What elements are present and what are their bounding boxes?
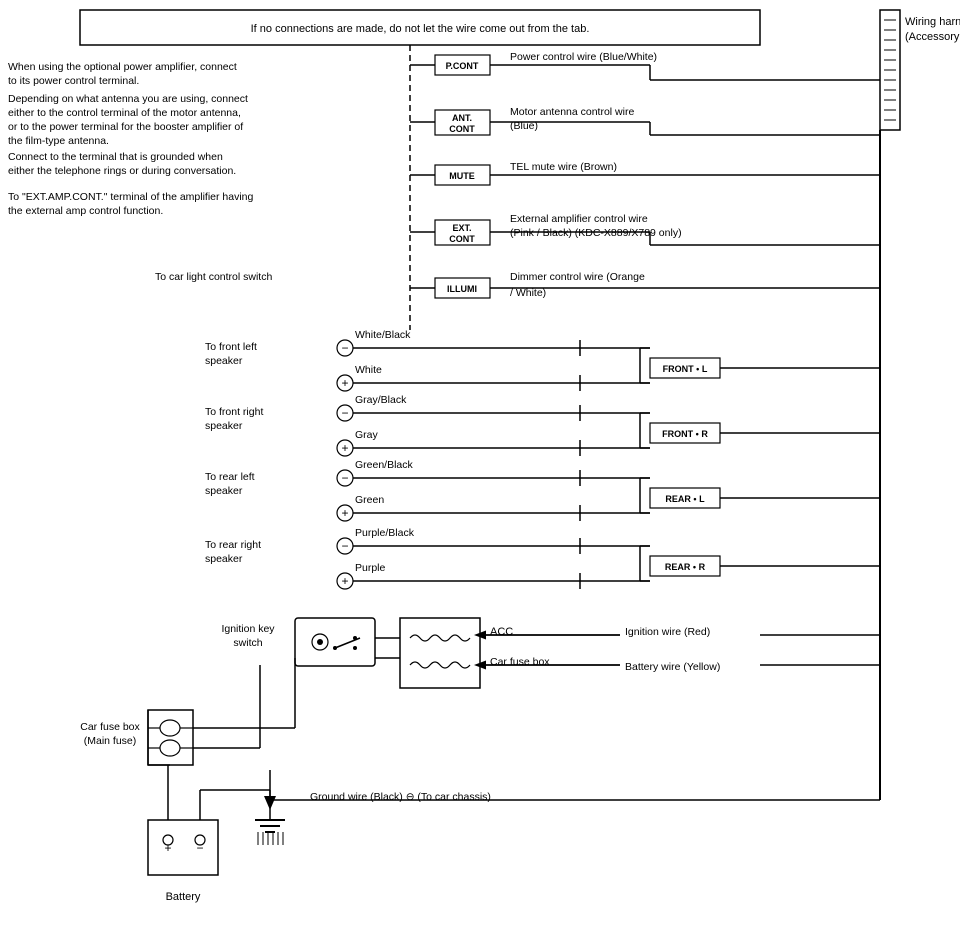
ext-wire-desc1: External amplifier control wire [510,213,648,225]
svg-text:EXT.: EXT. [452,223,471,233]
rear-right-neg-color: Purple/Black [355,527,415,539]
ext-wire-desc2: (Pink / Black) (KDC-X889/X789 only) [510,227,682,239]
front-left-neg-color: White/Black [355,329,411,341]
svg-text:+: + [341,506,348,520]
ant-wire-desc2: (Blue) [510,120,538,132]
svg-text:+: + [341,441,348,455]
svg-text:−: − [341,341,348,355]
front-left-label2: speaker [205,355,243,367]
svg-text:either the telephone rings or: either the telephone rings or during con… [8,165,236,177]
front-r-terminal: FRONT • R [662,429,708,439]
pcont-label: P.CONT [446,61,479,71]
front-left-pos-color: White [355,364,382,376]
pcont-wire-desc: Power control wire (Blue/White) [510,51,657,63]
rear-right-pos-color: Purple [355,562,386,574]
rear-left-label1: To rear left [205,471,255,483]
rear-right-label1: To rear right [205,539,261,551]
car-fuse-main-label1: Car fuse box [80,721,140,733]
ignition-wire-label: Ignition wire (Red) [625,626,710,638]
ground-wire-label: Ground wire (Black) ⊖ (To car chassis) [310,791,491,803]
svg-text:−: − [341,406,348,420]
front-left-label1: To front left [205,341,257,353]
front-right-label1: To front right [205,406,263,418]
rear-left-pos-color: Green [355,494,384,506]
svg-text:−: − [196,841,203,855]
notice-text: If no connections are made, do not let t… [251,23,590,35]
car-fuse-box-label: Car fuse box [490,656,550,668]
acc-label: ACC [490,626,513,638]
illumi-wire-desc1: Dimmer control wire (Orange [510,271,645,283]
svg-text:CONT: CONT [449,234,475,244]
note1: When using the optional power amplifier,… [8,61,237,73]
svg-text:To "EXT.AMP.CONT." terminal of: To "EXT.AMP.CONT." terminal of the ampli… [8,191,254,203]
ignition-key-label2: switch [233,637,262,649]
svg-text:either to the control terminal: either to the control terminal of the mo… [8,107,241,119]
svg-text:MUTE: MUTE [449,171,475,181]
wiring-diagram: If no connections are made, do not let t… [0,0,960,950]
rear-right-label2: speaker [205,553,243,565]
svg-text:Connect to the terminal that i: Connect to the terminal that is grounded… [8,151,223,163]
svg-text:CONT: CONT [449,124,475,134]
svg-text:to its power control terminal.: to its power control terminal. [8,75,139,87]
front-right-neg-color: Gray/Black [355,394,407,406]
rear-l-terminal: REAR • L [665,494,705,504]
svg-text:the film-type antenna.: the film-type antenna. [8,135,109,147]
svg-text:ILLUMI: ILLUMI [447,284,477,294]
svg-text:−: − [341,539,348,553]
car-fuse-main-label2: (Main fuse) [84,735,137,747]
svg-text:−: − [341,471,348,485]
svg-text:+: + [341,574,348,588]
front-right-pos-color: Gray [355,429,379,441]
svg-text:Depending on what antenna you: Depending on what antenna you are using,… [8,93,248,105]
svg-text:ANT.: ANT. [452,113,472,123]
svg-text:or to the power terminal for t: or to the power terminal for the booster… [8,121,243,133]
wiring-harness-label2: (Accessory①) [905,31,960,43]
front-right-label2: speaker [205,420,243,432]
mute-wire-desc: TEL mute wire (Brown) [510,161,617,173]
rear-left-label2: speaker [205,485,243,497]
wiring-harness-label: Wiring harness [905,16,960,28]
car-light-label: To car light control switch [155,271,272,283]
svg-text:+: + [341,376,348,390]
ant-wire-desc1: Motor antenna control wire [510,106,634,118]
ignition-key-label1: Ignition key [221,623,275,635]
svg-text:+: + [164,841,171,855]
rear-r-terminal: REAR • R [665,562,706,572]
illumi-wire-desc2: / White) [510,287,546,299]
svg-text:the external amp control funct: the external amp control function. [8,205,163,217]
front-l-terminal: FRONT • L [663,364,708,374]
battery-label: Battery [166,891,201,903]
rear-left-neg-color: Green/Black [355,459,414,471]
battery-wire-label: Battery wire (Yellow) [625,661,720,673]
